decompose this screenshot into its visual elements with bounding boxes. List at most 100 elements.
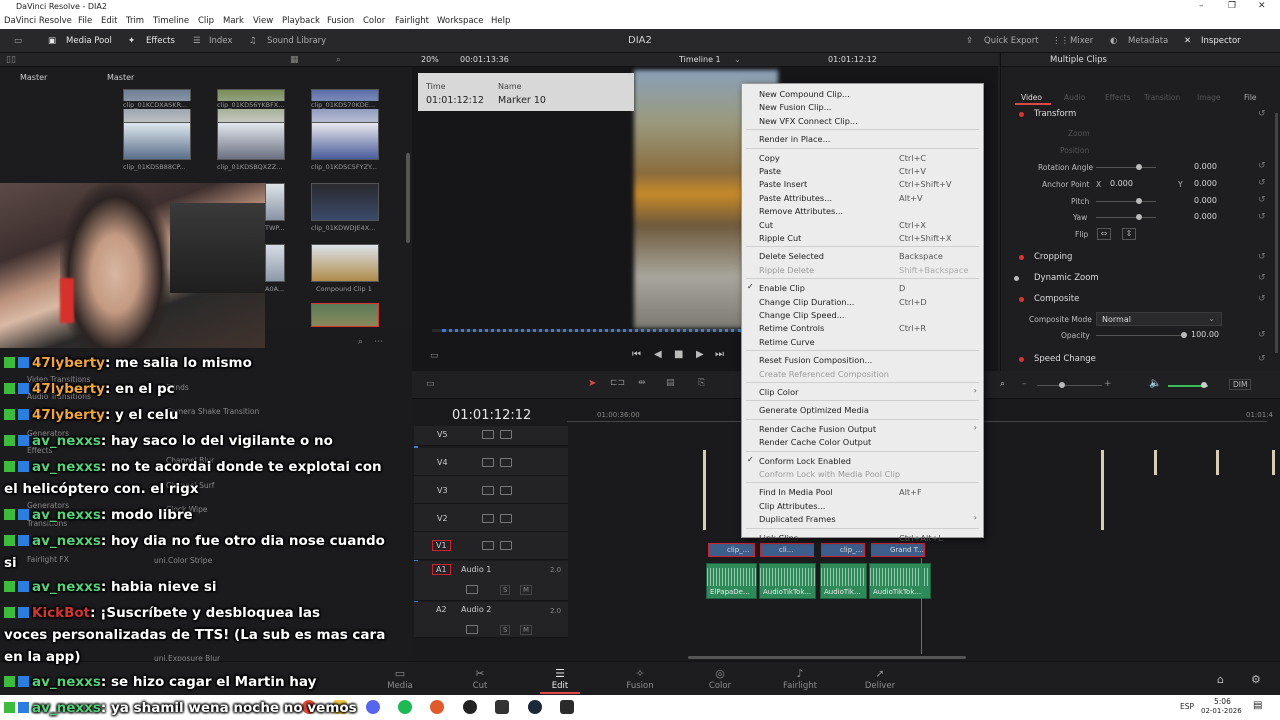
insert-clip-icon[interactable]: ⎘	[698, 378, 705, 388]
reset-icon[interactable]: ↺	[1258, 161, 1266, 171]
metadata-button[interactable]: Metadata	[1128, 36, 1168, 46]
index-icon[interactable]: ☰	[193, 36, 201, 46]
video-clip[interactable]: clip_...	[821, 543, 865, 557]
tab-video[interactable]: Video	[1021, 93, 1042, 102]
menu-item-delete-selected[interactable]: Delete Selected Backspace	[742, 249, 983, 262]
effects-button[interactable]: Effects	[146, 36, 175, 46]
trim-tool-icon[interactable]: ⊏⊐	[610, 378, 625, 388]
menu-playback[interactable]: Playback	[282, 16, 320, 26]
menu-item-generate-optimized-media[interactable]: Generate Optimized Media	[742, 403, 983, 416]
bin-list-icon[interactable]: ▯▯	[6, 55, 16, 65]
menu-item-render-cache-fusion-output[interactable]: Render Cache Fusion Output ›	[742, 422, 983, 435]
search-icon[interactable]: ⌕	[358, 337, 363, 347]
slider-knob[interactable]	[1136, 164, 1142, 170]
fairlight-page-icon[interactable]: ♪	[770, 667, 830, 680]
menu-help[interactable]: Help	[491, 16, 510, 26]
tab-image[interactable]: Image	[1197, 93, 1221, 102]
reset-icon[interactable]: ↺	[1258, 330, 1266, 340]
rotation-value[interactable]: 0.000	[1194, 162, 1217, 171]
menu-item-new-fusion-clip[interactable]: New Fusion Clip...	[742, 100, 983, 113]
media-pool-icon[interactable]: ▣	[48, 36, 56, 46]
slider-knob[interactable]	[1136, 198, 1142, 204]
reset-icon[interactable]: ↺	[1258, 273, 1266, 283]
chat-username[interactable]: av_nexxs	[32, 507, 101, 523]
clip-thumbnail[interactable]	[311, 183, 379, 221]
menu-clip[interactable]: Clip	[198, 16, 214, 26]
chevron-down-icon[interactable]: ⌄	[734, 55, 741, 64]
menu-item-clip-color[interactable]: Clip Color ›	[742, 385, 983, 398]
menu-item-link-clips[interactable]: Link Clips Ctrl+Alt+L	[742, 531, 983, 544]
menu-item-reset-fusion-composition[interactable]: Reset Fusion Composition...	[742, 353, 983, 366]
track-header-v3[interactable]: V3	[414, 476, 568, 504]
zoom-slider[interactable]	[1037, 385, 1102, 386]
skip-forward-icon[interactable]: ⏭	[715, 349, 724, 360]
menu-item-paste-attributes[interactable]: Paste Attributes... Alt+V	[742, 191, 983, 204]
fusion-page-icon[interactable]: ✧	[610, 667, 670, 680]
tab-file[interactable]: File	[1244, 93, 1257, 102]
discord-icon[interactable]	[366, 700, 380, 714]
menu-davinci[interactable]: DaVinci Resolve	[4, 16, 72, 26]
deliver-page-icon[interactable]: ➚	[850, 667, 910, 680]
chat-username[interactable]: 47lyberty	[32, 355, 105, 371]
section-speed-change[interactable]: Speed Change	[1034, 354, 1096, 364]
cut-page-icon[interactable]: ✂	[450, 667, 510, 680]
edit-page-icon[interactable]: ☰	[530, 667, 590, 680]
chat-username[interactable]: av_nexxs	[32, 674, 101, 690]
chat-username[interactable]: av_nexxs	[32, 533, 101, 549]
monitor-icon[interactable]	[500, 430, 512, 439]
section-enabled-dot[interactable]	[1019, 357, 1024, 362]
chat-username[interactable]: av_nexxs	[32, 700, 101, 716]
slider-knob[interactable]	[1136, 214, 1142, 220]
davinci-resolve-icon[interactable]	[560, 700, 574, 714]
track-header-v2[interactable]: V2	[414, 504, 568, 532]
menu-item-clip-attributes[interactable]: Clip Attributes...	[742, 499, 983, 512]
anchor-x-value[interactable]: 0.000	[1110, 179, 1133, 188]
track-header-v5[interactable]: V5	[414, 426, 568, 446]
timeline-view-icon[interactable]: ▭	[426, 379, 435, 389]
compound-clip-thumbnail[interactable]	[311, 244, 379, 282]
menu-item-remove-attributes[interactable]: Remove Attributes...	[742, 204, 983, 217]
page-media[interactable]: Media	[370, 681, 430, 691]
layout-icon[interactable]: ▭	[14, 36, 22, 46]
fx-item[interactable]: uni.Color Stripe	[154, 556, 212, 565]
clip-marker[interactable]	[1272, 450, 1275, 475]
clip-thumbnail[interactable]	[217, 122, 285, 160]
menu-item-copy[interactable]: Copy Ctrl+C	[742, 151, 983, 164]
mute-button[interactable]: M	[520, 585, 533, 595]
section-enabled-dot[interactable]	[1019, 255, 1024, 260]
bin-master-label[interactable]: Master	[20, 73, 47, 82]
menu-item-paste-insert[interactable]: Paste Insert Ctrl+Shift+V	[742, 177, 983, 190]
page-color[interactable]: Color	[690, 681, 750, 691]
chat-username[interactable]: av_nexxs	[32, 579, 101, 595]
menu-file[interactable]: File	[78, 16, 92, 26]
menu-trim[interactable]: Trim	[126, 16, 144, 26]
monitor-icon[interactable]	[500, 458, 512, 467]
menu-item-new-vfx-connect-clip[interactable]: New VFX Connect Clip...	[742, 114, 983, 127]
menu-item-find-in-media-pool[interactable]: Find In Media Pool Alt+F	[742, 485, 983, 498]
slider-knob[interactable]	[1201, 382, 1207, 388]
timeline-horizontal-scrollbar[interactable]	[688, 656, 966, 659]
obs-icon[interactable]	[463, 700, 477, 714]
mixer-button[interactable]: Mixer	[1070, 36, 1093, 46]
page-edit[interactable]: Edit	[530, 681, 590, 691]
language-indicator[interactable]: ESP	[1180, 702, 1194, 711]
lock-icon[interactable]	[482, 541, 494, 550]
reset-icon[interactable]: ↺	[1258, 354, 1266, 364]
section-composite[interactable]: Composite	[1034, 294, 1079, 304]
menu-edit[interactable]: Edit	[101, 16, 117, 26]
section-dynamic-zoom[interactable]: Dynamic Zoom	[1034, 273, 1099, 283]
tab-effects[interactable]: Effects	[1105, 93, 1131, 102]
menu-mark[interactable]: Mark	[223, 16, 244, 26]
clip-marker[interactable]	[1154, 450, 1157, 475]
viewer-zoom[interactable]: 20%	[421, 55, 439, 64]
skip-back-icon[interactable]: ⏮	[632, 349, 641, 360]
dim-button[interactable]: DIM	[1229, 379, 1252, 390]
gear-icon[interactable]: ⚙	[1251, 673, 1261, 686]
audio-clip[interactable]: AudioTikTok...	[759, 563, 816, 599]
clip-thumbnail[interactable]	[265, 183, 285, 221]
menu-fairlight[interactable]: Fairlight	[395, 16, 429, 26]
menu-item-render-in-place[interactable]: Render in Place...	[742, 132, 983, 145]
fx-category[interactable]: Fairlight FX	[27, 555, 69, 564]
page-deliver[interactable]: Deliver	[850, 681, 910, 691]
color-page-icon[interactable]: ◎	[690, 667, 750, 680]
